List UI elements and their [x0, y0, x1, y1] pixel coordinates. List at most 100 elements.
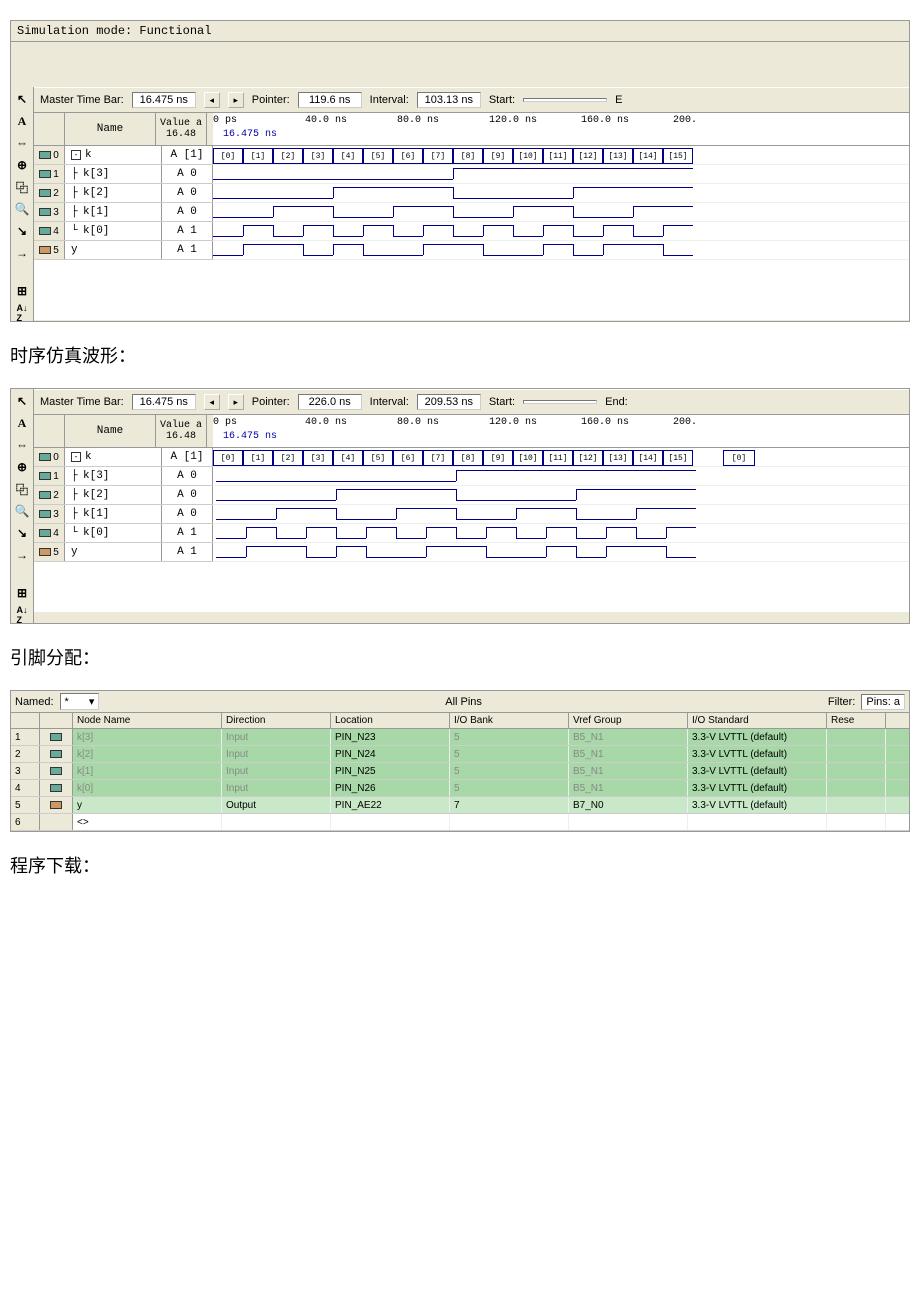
interval-val: 103.13 ns — [417, 92, 481, 108]
pointer-icon[interactable]: ↖ — [14, 91, 30, 107]
bus-segment: [0] — [213, 450, 243, 466]
arrow-right-icon[interactable]: → — [14, 547, 30, 563]
wave-row-bus: [0][1][2][3][4][5][6][7][8][9][10][11][1… — [213, 146, 909, 165]
signal-row[interactable]: 2├k[2]A 0 — [34, 184, 213, 203]
bus-segment: [2] — [273, 450, 303, 466]
signal-row[interactable]: 2├k[2]A 0 — [34, 486, 213, 505]
replace-icon[interactable]: ↘ — [14, 223, 30, 239]
signal-value: A 0 — [162, 203, 213, 221]
start-val[interactable] — [523, 98, 607, 102]
find-icon[interactable]: 🔍 — [14, 503, 30, 519]
location[interactable] — [331, 814, 450, 830]
node-name[interactable]: k[3] — [73, 729, 222, 745]
node-name[interactable]: k[1] — [73, 763, 222, 779]
pin-row[interactable]: 6<> — [11, 814, 909, 831]
pin-row[interactable]: 4k[0]InputPIN_N265B5_N13.3-V LVTTL (defa… — [11, 780, 909, 797]
io-bank: 5 — [450, 729, 569, 745]
text-a-icon[interactable]: A — [14, 113, 30, 129]
signal-row[interactable]: 5yA 1 — [34, 241, 213, 260]
group-icon[interactable]: ⊞ — [14, 585, 30, 601]
signal-row[interactable]: 0-kA [1] — [34, 448, 213, 467]
vref-group: B5_N1 — [569, 729, 688, 745]
all-pins-label: All Pins — [105, 696, 822, 708]
signal-name: k[2] — [83, 489, 109, 501]
signal-row[interactable]: 3├k[1]A 0 — [34, 505, 213, 524]
signal-row[interactable]: 0-kA [1] — [34, 146, 213, 165]
resize-icon[interactable]: ⇔ — [14, 135, 30, 151]
filter-dropdown[interactable]: Pins: a — [861, 694, 905, 710]
time-ruler: 16.475 ns 0 ps40.0 ns80.0 ns120.0 ns160.… — [213, 113, 909, 146]
copy-icon[interactable]: ⿻ — [14, 179, 30, 195]
prev-icon[interactable]: ◂ — [204, 394, 220, 410]
signal-row[interactable]: 5yA 1 — [34, 543, 213, 562]
arrow-right-icon[interactable]: → — [14, 245, 30, 261]
reserved — [827, 797, 886, 813]
io-standard[interactable]: 3.3-V LVTTL (default) — [688, 746, 827, 762]
signal-row[interactable]: 4└k[0]A 1 — [34, 222, 213, 241]
waveform-column[interactable]: 16.475 ns 0 ps40.0 ns80.0 ns120.0 ns160.… — [213, 113, 909, 320]
signal-row[interactable]: 3├k[1]A 0 — [34, 203, 213, 222]
prev-icon[interactable]: ◂ — [204, 92, 220, 108]
io-bank: 5 — [450, 746, 569, 762]
node-name[interactable]: y — [73, 797, 222, 813]
input-pin-icon — [39, 151, 51, 159]
node-name[interactable]: k[2] — [73, 746, 222, 762]
location[interactable]: PIN_N24 — [331, 746, 450, 762]
pin-row[interactable]: 1k[3]InputPIN_N235B5_N13.3-V LVTTL (defa… — [11, 729, 909, 746]
pointer-icon[interactable]: ↖ — [14, 393, 30, 409]
io-standard[interactable]: 3.3-V LVTTL (default) — [688, 763, 827, 779]
bus-segment: [11] — [543, 148, 573, 164]
signal-row[interactable]: 1├k[3]A 0 — [34, 165, 213, 184]
replace-icon[interactable]: ↘ — [14, 525, 30, 541]
signal-column: Name Value a16.48 0-kA [1]1├k[3]A 02├k[2… — [34, 415, 213, 612]
zoom-icon[interactable]: ⊕ — [14, 157, 30, 173]
signal-row[interactable]: 4└k[0]A 1 — [34, 524, 213, 543]
group-icon[interactable]: ⊞ — [14, 283, 30, 299]
io-standard[interactable]: 3.3-V LVTTL (default) — [688, 729, 827, 745]
pin-row[interactable]: 3k[1]InputPIN_N255B5_N13.3-V LVTTL (defa… — [11, 763, 909, 780]
input-pin-icon — [50, 784, 62, 792]
name-header: Name — [65, 113, 156, 145]
resize-icon[interactable]: ⇔ — [14, 437, 30, 453]
caption-timing: 时序仿真波形： — [10, 342, 910, 368]
master-val[interactable]: 16.475 ns — [132, 394, 196, 410]
expand-icon[interactable]: - — [71, 452, 81, 462]
named-dropdown[interactable]: *▾ — [60, 693, 100, 710]
sort-icon[interactable]: A↓Z — [14, 305, 30, 321]
next-icon[interactable]: ▸ — [228, 394, 244, 410]
io-standard[interactable]: 3.3-V LVTTL (default) — [688, 797, 827, 813]
location[interactable]: PIN_AE22 — [331, 797, 450, 813]
bus-segment: [0] — [723, 450, 755, 466]
master-val[interactable]: 16.475 ns — [132, 92, 196, 108]
wave-row — [213, 543, 909, 562]
location[interactable]: PIN_N25 — [331, 763, 450, 779]
time-ruler: 16.475 ns 0 ps40.0 ns80.0 ns120.0 ns160.… — [213, 415, 909, 448]
input-pin-icon — [39, 208, 51, 216]
node-name[interactable]: <> — [73, 814, 222, 830]
time-tick: 120.0 ns — [489, 417, 537, 428]
sort-icon[interactable]: A↓Z — [14, 607, 30, 623]
copy-icon[interactable]: ⿻ — [14, 481, 30, 497]
find-icon[interactable]: 🔍 — [14, 201, 30, 217]
pin-row[interactable]: 2k[2]InputPIN_N245B5_N13.3-V LVTTL (defa… — [11, 746, 909, 763]
row-number: 2 — [11, 746, 40, 762]
io-standard[interactable] — [688, 814, 827, 830]
end-label: E — [615, 94, 622, 106]
waveform-column[interactable]: 16.475 ns 0 ps40.0 ns80.0 ns120.0 ns160.… — [213, 415, 909, 612]
bus-segment: [9] — [483, 148, 513, 164]
text-a-icon[interactable]: A — [14, 415, 30, 431]
expand-icon[interactable]: - — [71, 150, 81, 160]
location[interactable]: PIN_N26 — [331, 780, 450, 796]
bus-segment: [6] — [393, 450, 423, 466]
sim-panel-2: ↖ A ⇔ ⊕ ⿻ 🔍 ↘ → ⊞ A↓Z Master Time Bar: 1… — [10, 388, 910, 624]
zoom-icon[interactable]: ⊕ — [14, 459, 30, 475]
vref-group: B5_N1 — [569, 780, 688, 796]
pin-row[interactable]: 5yOutputPIN_AE227B7_N03.3-V LVTTL (defau… — [11, 797, 909, 814]
input-pin-icon — [50, 733, 62, 741]
signal-row[interactable]: 1├k[3]A 0 — [34, 467, 213, 486]
node-name[interactable]: k[0] — [73, 780, 222, 796]
next-icon[interactable]: ▸ — [228, 92, 244, 108]
location[interactable]: PIN_N23 — [331, 729, 450, 745]
start-val[interactable] — [523, 400, 597, 404]
io-standard[interactable]: 3.3-V LVTTL (default) — [688, 780, 827, 796]
